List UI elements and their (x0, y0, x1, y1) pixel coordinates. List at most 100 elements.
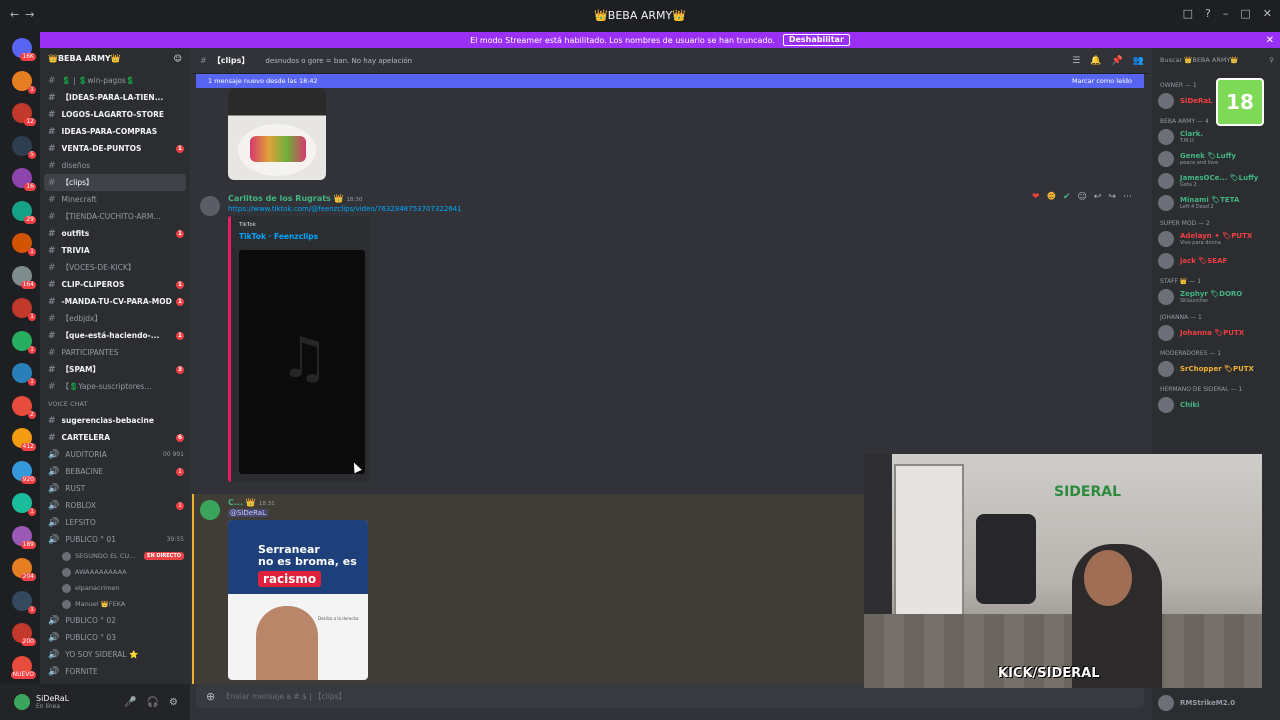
headphones-icon[interactable]: 🎧 (147, 697, 159, 708)
channel-item[interactable]: # diseños (40, 157, 190, 174)
user-mention[interactable]: @SiDeRaL (228, 509, 268, 517)
channel-item[interactable]: # PARTICIPANTES (40, 344, 190, 361)
channel-item[interactable]: # LOGOS-LAGARTO-STORE (40, 106, 190, 123)
heart-reaction-icon[interactable]: ❤ (1032, 192, 1040, 202)
bell-icon[interactable]: 🔔 (1090, 56, 1101, 66)
channel-item[interactable]: 🔊 FORNITE (40, 663, 190, 680)
threads-icon[interactable]: ☰ (1072, 56, 1080, 66)
member-item[interactable]: Adelayn ✦ 🏷PUTX Vivo para donna (1158, 230, 1278, 248)
channel-item[interactable]: # 【IDEAS-PARA-LA-TIEN... (40, 89, 190, 106)
server-icon[interactable]: 200 (12, 623, 36, 646)
channel-item[interactable]: 🔊 ROBLOX 1 (40, 497, 190, 514)
channel-item[interactable]: 🔊 YO SOY SIDERAL ⭐ (40, 646, 190, 663)
server-icon[interactable]: 1 (12, 70, 36, 94)
mic-icon[interactable]: 🎤 (124, 697, 136, 708)
inbox-icon[interactable]: □ (1183, 7, 1193, 20)
search-input[interactable]: Buscar 👑BEBA ARMY👑 ⚲ (1156, 53, 1276, 67)
window-controls[interactable]: □ ? – □ ✕ (1183, 7, 1272, 20)
emoji-reaction-icon[interactable]: ☻ (1047, 192, 1056, 202)
plus-icon[interactable]: ⊕ (206, 690, 215, 703)
new-messages-bar[interactable]: 1 mensaje nuevo desde las 18:42 Marcar c… (196, 74, 1144, 88)
channel-item[interactable]: # 【💲Yape-suscriptores... (40, 378, 190, 395)
message-author[interactable]: C... 👑 18:31 (228, 498, 275, 507)
server-icon[interactable]: 1 (12, 493, 36, 516)
poster-image-attachment[interactable]: Serranear no es broma, es racismo Desliza… (228, 520, 368, 680)
add-reaction-icon[interactable]: ☺ (1078, 192, 1087, 202)
voice-category[interactable]: VOICE CHAT (40, 395, 190, 412)
channel-item[interactable]: # sugerencias-bebacine (40, 412, 190, 429)
server-icon[interactable]: 16K (12, 38, 36, 61)
avatar[interactable] (14, 694, 30, 710)
server-icon[interactable]: 204 (12, 558, 36, 581)
channel-item[interactable]: # Minecraft (40, 191, 190, 208)
channel-item[interactable]: 🔊 PUBLICO ° 01 39:55 (40, 531, 190, 548)
channel-item[interactable]: 🔊 BEBACINE 1 (40, 463, 190, 480)
forward-icon[interactable]: ↪ (1108, 192, 1116, 202)
channel-item[interactable]: # CARTELERA 6 (40, 429, 190, 446)
help-icon[interactable]: ? (1205, 7, 1211, 20)
server-icon[interactable]: NUEVO (10, 655, 36, 679)
server-icon[interactable]: 1 (12, 233, 36, 256)
pin-icon[interactable]: 📌 (1112, 56, 1123, 66)
server-icon[interactable]: 16 (12, 168, 36, 191)
embed-title[interactable]: TikTok · Feenzclips (239, 232, 318, 241)
server-icon[interactable]: 164 (12, 265, 36, 289)
channel-item[interactable]: # 【edbjdx】 (40, 310, 190, 327)
channel-item[interactable]: 🔊 AUDITORIA 00 991 (40, 446, 190, 463)
mark-read-button[interactable]: Marcar como leído (1072, 77, 1132, 85)
food-image-attachment[interactable] (228, 88, 326, 180)
member-item[interactable]: RMStrikeM2.0 (1158, 694, 1278, 712)
voice-user[interactable]: Manuel 👑FEKA (40, 596, 190, 612)
member-item[interactable]: Zephyr 🏷DORO SKlauncher (1158, 288, 1278, 306)
close-icon[interactable]: ✕ (1263, 7, 1272, 20)
channel-item[interactable]: # 【que-está-haciendo-... 1 (40, 327, 190, 344)
maximize-icon[interactable]: □ (1240, 7, 1250, 20)
server-header[interactable]: 👑BEBA ARMY👑 ☺ (40, 48, 190, 72)
channel-item[interactable]: 🔊 RUST (40, 480, 190, 497)
server-icon[interactable]: 189 (12, 525, 36, 549)
more-icon[interactable]: ⋯ (1123, 192, 1132, 202)
channel-item[interactable]: 🔊 PUBLICO ° 03 (40, 629, 190, 646)
channel-item[interactable]: # outfits 1 (40, 225, 190, 242)
channel-item[interactable]: # VENTA-DE-PUNTOS 1 (40, 140, 190, 157)
server-icon[interactable]: 1 (12, 330, 36, 354)
channel-item[interactable]: 🔊 PUBLICO ° 02 (40, 612, 190, 629)
voice-user[interactable]: SEGUNDO EL CU... EN DIRECTO (40, 548, 190, 564)
banner-close-icon[interactable]: ✕ (1266, 35, 1274, 46)
member-item[interactable]: jack 🏷SEAF (1158, 252, 1278, 270)
member-item[interactable]: Genek 🏷Luffy peace and love (1158, 150, 1278, 168)
channel-topic[interactable]: desnudos o gore = ban. No hay apelación (265, 57, 412, 65)
server-icon[interactable]: 2 (12, 395, 36, 419)
channel-item[interactable]: # 【SPAM】 3 (40, 361, 190, 378)
message-link[interactable]: https://www.tiktok.com/@feenzclips/video… (228, 205, 462, 213)
member-item[interactable]: SrChopper 🏷PUTX (1158, 360, 1278, 378)
members-icon[interactable]: 👥 (1133, 56, 1144, 66)
member-item[interactable]: Minami 🏷TETA Left 4 Dead 2 (1158, 194, 1278, 212)
message-actions[interactable]: ❤ ☻ ✔ ☺ ↩ ↪ ⋯ (1032, 192, 1132, 202)
server-icon[interactable]: 1 (12, 298, 36, 321)
video-player[interactable]: ♫ (239, 250, 365, 474)
reply-icon[interactable]: ↩ (1094, 192, 1102, 202)
channel-item[interactable]: # 【clips】 (44, 174, 186, 191)
channel-item[interactable]: 🔊 LEFSITO (40, 514, 190, 531)
voice-user[interactable]: AWAAAAAAAAA (40, 564, 190, 580)
server-icon[interactable]: 29 (12, 200, 36, 224)
member-item[interactable]: Chiki (1158, 396, 1278, 414)
channel-item[interactable]: # 【VOCES-DE-KICK】 (40, 259, 190, 276)
avatar[interactable] (200, 500, 220, 520)
channel-item[interactable]: # CLIP-CLIPEROS 1 (40, 276, 190, 293)
voice-user[interactable]: elpanacrimen (40, 580, 190, 596)
member-item[interactable]: Johanna 🏷PUTX (1158, 324, 1278, 342)
add-member-icon[interactable]: ☺ (174, 54, 182, 66)
message-author[interactable]: Carlitos de los Rugrats 👑 18:30 (228, 194, 362, 203)
server-icon[interactable]: 920 (12, 460, 36, 484)
channel-item[interactable]: # -MANDA-TU-CV-PARA-MOD 1 (40, 293, 190, 310)
server-icon[interactable]: 12 (12, 103, 36, 126)
channel-item[interactable]: # TRIVIA (40, 242, 190, 259)
server-icon[interactable]: 5 (12, 135, 36, 159)
channel-item[interactable]: # 【TIENDA-CUCHITO-ARM... (40, 208, 190, 225)
server-icon[interactable]: 412 (12, 428, 36, 451)
member-item[interactable]: Clark. T.M.U (1158, 128, 1278, 146)
channel-item[interactable]: # IDEAS-PARA-COMPRAS (40, 123, 190, 140)
check-reaction-icon[interactable]: ✔ (1063, 192, 1071, 202)
